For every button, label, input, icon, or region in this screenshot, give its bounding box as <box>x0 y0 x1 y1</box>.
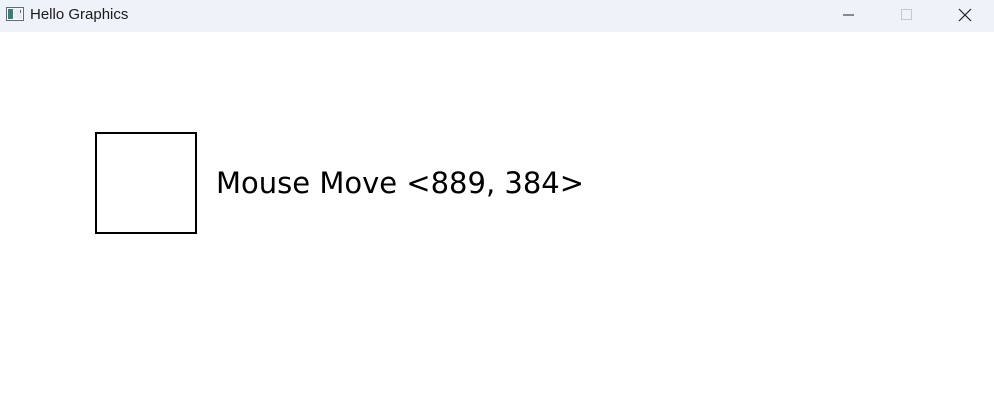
window-title: Hello Graphics <box>30 6 129 23</box>
mouse-move-readout: Mouse Move <889, 384> <box>216 166 585 200</box>
close-button[interactable] <box>942 0 988 30</box>
maximize-icon <box>901 9 913 21</box>
minimize-icon <box>843 9 855 21</box>
title-bar[interactable]: Hello Graphics <box>0 0 994 32</box>
square-outline <box>95 132 197 234</box>
close-icon <box>958 8 972 22</box>
app-window: Hello Graphics Mouse Move <889, 384> <box>0 0 994 408</box>
graphics-canvas[interactable]: Mouse Move <889, 384> <box>0 32 994 408</box>
minimize-button[interactable] <box>826 0 872 30</box>
window-app-icon[interactable] <box>6 7 24 21</box>
maximize-button[interactable] <box>884 0 930 30</box>
